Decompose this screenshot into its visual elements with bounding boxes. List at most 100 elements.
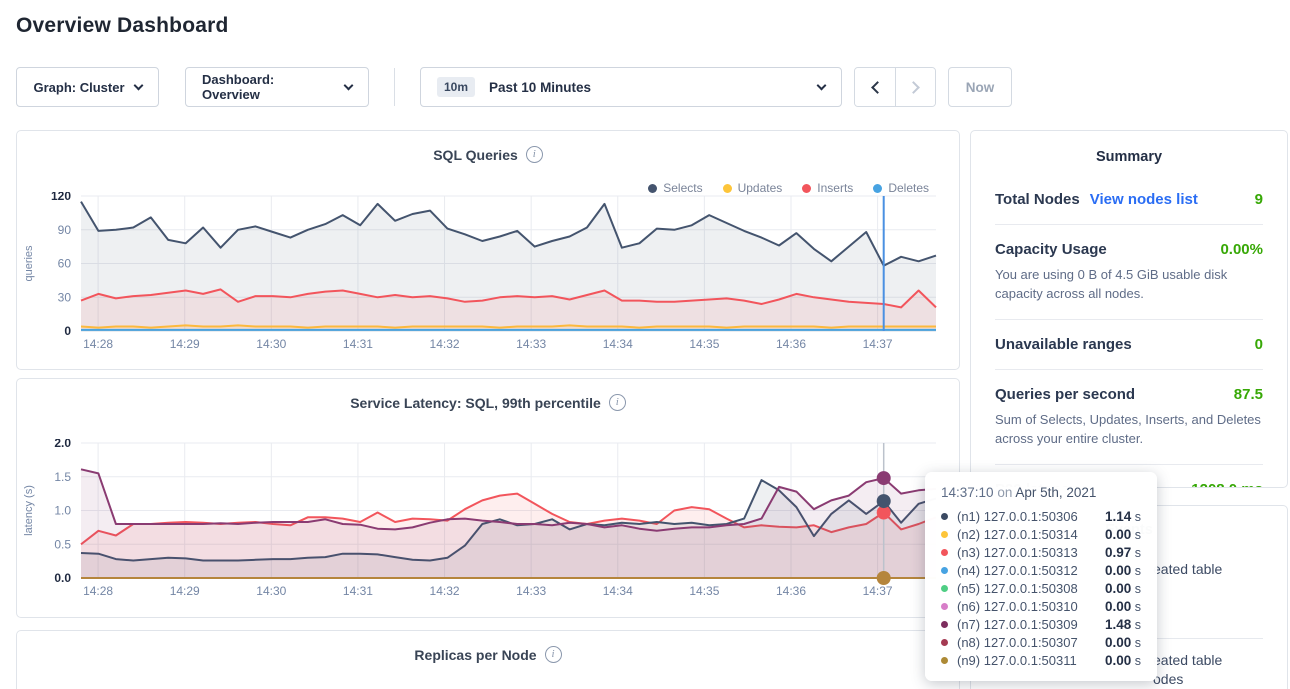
tooltip-node-row: (n5) 127.0.0.1:503080.00 s bbox=[941, 579, 1141, 597]
node-address: (n2) 127.0.0.1:50314 bbox=[957, 527, 1078, 542]
series-dot-icon bbox=[941, 657, 948, 664]
sql-queries-chart[interactable]: 030609012014:2814:2914:3014:3114:3214:33… bbox=[17, 192, 959, 356]
chart-title: Service Latency: SQL, 99th percentile bbox=[350, 395, 601, 411]
now-button[interactable]: Now bbox=[948, 67, 1012, 107]
svg-text:14:36: 14:36 bbox=[776, 337, 806, 351]
node-latency-value: 0.00 s bbox=[1105, 563, 1141, 578]
graph-dropdown[interactable]: Graph: Cluster bbox=[16, 67, 159, 107]
summary-value: 0.00% bbox=[1220, 241, 1263, 258]
svg-text:14:29: 14:29 bbox=[170, 337, 200, 351]
svg-text:14:35: 14:35 bbox=[689, 337, 719, 351]
svg-text:14:31: 14:31 bbox=[343, 337, 373, 351]
graph-dropdown-label: Graph: Cluster bbox=[33, 80, 124, 95]
svg-text:0.0: 0.0 bbox=[54, 571, 71, 585]
info-icon[interactable]: i bbox=[545, 646, 562, 663]
svg-text:14:37: 14:37 bbox=[863, 584, 893, 598]
legend-dot-icon bbox=[648, 184, 657, 193]
svg-text:14:32: 14:32 bbox=[430, 337, 460, 351]
chart-header: Service Latency: SQL, 99th percentile i bbox=[17, 379, 959, 411]
node-latency-value: 0.00 s bbox=[1105, 653, 1141, 668]
chevron-right-icon bbox=[907, 81, 920, 94]
time-range-picker[interactable]: 10m Past 10 Minutes bbox=[420, 67, 842, 107]
chevron-down-icon bbox=[344, 80, 354, 90]
info-icon[interactable]: i bbox=[526, 146, 543, 163]
legend-item-selects: Selects bbox=[648, 181, 702, 195]
svg-text:14:35: 14:35 bbox=[689, 584, 719, 598]
hover-point bbox=[877, 571, 891, 585]
dashboard-dropdown[interactable]: Dashboard: Overview bbox=[185, 67, 369, 107]
summary-row: Queries per second87.5Sum of Selects, Up… bbox=[995, 386, 1263, 448]
node-address: (n8) 127.0.0.1:50307 bbox=[957, 635, 1078, 650]
node-latency-value: 0.97 s bbox=[1105, 545, 1141, 560]
legend-item-updates: Updates bbox=[723, 181, 783, 195]
series-dot-icon bbox=[941, 531, 948, 538]
service-latency-chart[interactable]: 0.00.51.01.52.014:2814:2914:3014:3114:32… bbox=[17, 439, 959, 603]
chart-title: Replicas per Node bbox=[414, 647, 536, 663]
svg-text:latency (s): latency (s) bbox=[23, 485, 35, 536]
node-latency-value: 0.00 s bbox=[1105, 635, 1141, 650]
chart-header: SQL Queries i bbox=[17, 131, 959, 163]
svg-text:14:32: 14:32 bbox=[430, 584, 460, 598]
svg-text:90: 90 bbox=[58, 223, 72, 237]
chevron-left-icon bbox=[871, 81, 884, 94]
summary-label: Capacity Usage bbox=[995, 241, 1107, 258]
svg-text:14:31: 14:31 bbox=[343, 584, 373, 598]
prev-time-button[interactable] bbox=[855, 68, 895, 106]
node-address: (n7) 127.0.0.1:50309 bbox=[957, 617, 1078, 632]
tooltip-node-row: (n4) 127.0.0.1:50312 0.00 s bbox=[941, 561, 1141, 579]
node-latency-value: 1.14 s bbox=[1105, 509, 1141, 524]
svg-text:14:36: 14:36 bbox=[776, 584, 806, 598]
series-dot-icon bbox=[941, 513, 948, 520]
tooltip-node-row: (n8) 127.0.0.1:50307 0.00 s bbox=[941, 633, 1141, 651]
series-dot-icon bbox=[941, 621, 948, 628]
divider bbox=[995, 224, 1263, 225]
svg-text:1.5: 1.5 bbox=[54, 470, 71, 484]
chevron-down-icon bbox=[133, 80, 143, 90]
legend-dot-icon bbox=[873, 184, 882, 193]
next-time-button[interactable] bbox=[895, 68, 935, 106]
summary-value: 1208.0 ms bbox=[1191, 481, 1263, 488]
controls-bar: Graph: Cluster Dashboard: Overview 10m P… bbox=[16, 67, 1012, 107]
svg-text:14:30: 14:30 bbox=[256, 337, 286, 351]
svg-text:30: 30 bbox=[58, 290, 72, 304]
overview-dashboard-page: Overview Dashboard Graph: Cluster Dashbo… bbox=[0, 0, 1290, 689]
series-dot-icon bbox=[941, 567, 948, 574]
dashboard-dropdown-label: Dashboard: Overview bbox=[202, 72, 335, 102]
node-latency-value: 0.00 s bbox=[1105, 599, 1141, 614]
node-address: (n4) 127.0.0.1:50312 bbox=[957, 563, 1078, 578]
svg-text:queries: queries bbox=[23, 245, 35, 282]
node-latency-value: 0.00 s bbox=[1105, 527, 1141, 542]
chart-header: Replicas per Node i bbox=[17, 631, 959, 663]
node-latency-value: 1.48 s bbox=[1105, 617, 1141, 632]
tooltip-node-row: (n3) 127.0.0.1:503130.97 s bbox=[941, 543, 1141, 561]
hover-point bbox=[877, 494, 891, 508]
chart-legend: SelectsUpdatesInsertsDeletes bbox=[648, 181, 929, 195]
svg-text:14:33: 14:33 bbox=[516, 584, 546, 598]
view-nodes-list-link[interactable]: View nodes list bbox=[1090, 191, 1198, 208]
svg-text:14:28: 14:28 bbox=[83, 337, 113, 351]
legend-item-inserts: Inserts bbox=[802, 181, 853, 195]
svg-text:14:29: 14:29 bbox=[170, 584, 200, 598]
node-address: (n5) 127.0.0.1:50308 bbox=[957, 581, 1078, 596]
summary-value: 9 bbox=[1255, 191, 1263, 208]
summary-row: Unavailable ranges0 bbox=[995, 336, 1263, 353]
divider bbox=[995, 464, 1263, 465]
tooltip-node-row: (n1) 127.0.0.1:503061.14 s bbox=[941, 507, 1141, 525]
info-icon[interactable]: i bbox=[609, 394, 626, 411]
chevron-down-icon bbox=[817, 80, 827, 90]
time-range-badge: 10m bbox=[437, 77, 475, 97]
summary-description: Sum of Selects, Updates, Inserts, and De… bbox=[995, 410, 1263, 448]
summary-row: Capacity Usage0.00%You are using 0 B of … bbox=[995, 241, 1263, 303]
hover-point bbox=[877, 471, 891, 485]
svg-text:14:30: 14:30 bbox=[256, 584, 286, 598]
summary-row: Total NodesView nodes list9 bbox=[995, 191, 1263, 208]
series-dot-icon bbox=[941, 603, 948, 610]
legend-dot-icon bbox=[723, 184, 732, 193]
series-dot-icon bbox=[941, 549, 948, 556]
node-address: (n6) 127.0.0.1:50310 bbox=[957, 599, 1078, 614]
svg-text:1.0: 1.0 bbox=[54, 504, 71, 518]
svg-text:2.0: 2.0 bbox=[54, 439, 71, 450]
tooltip-node-row: (n7) 127.0.0.1:50309 1.48 s bbox=[941, 615, 1141, 633]
legend-dot-icon bbox=[802, 184, 811, 193]
charts-column: SQL Queries i SelectsUpdatesInsertsDelet… bbox=[16, 130, 960, 689]
